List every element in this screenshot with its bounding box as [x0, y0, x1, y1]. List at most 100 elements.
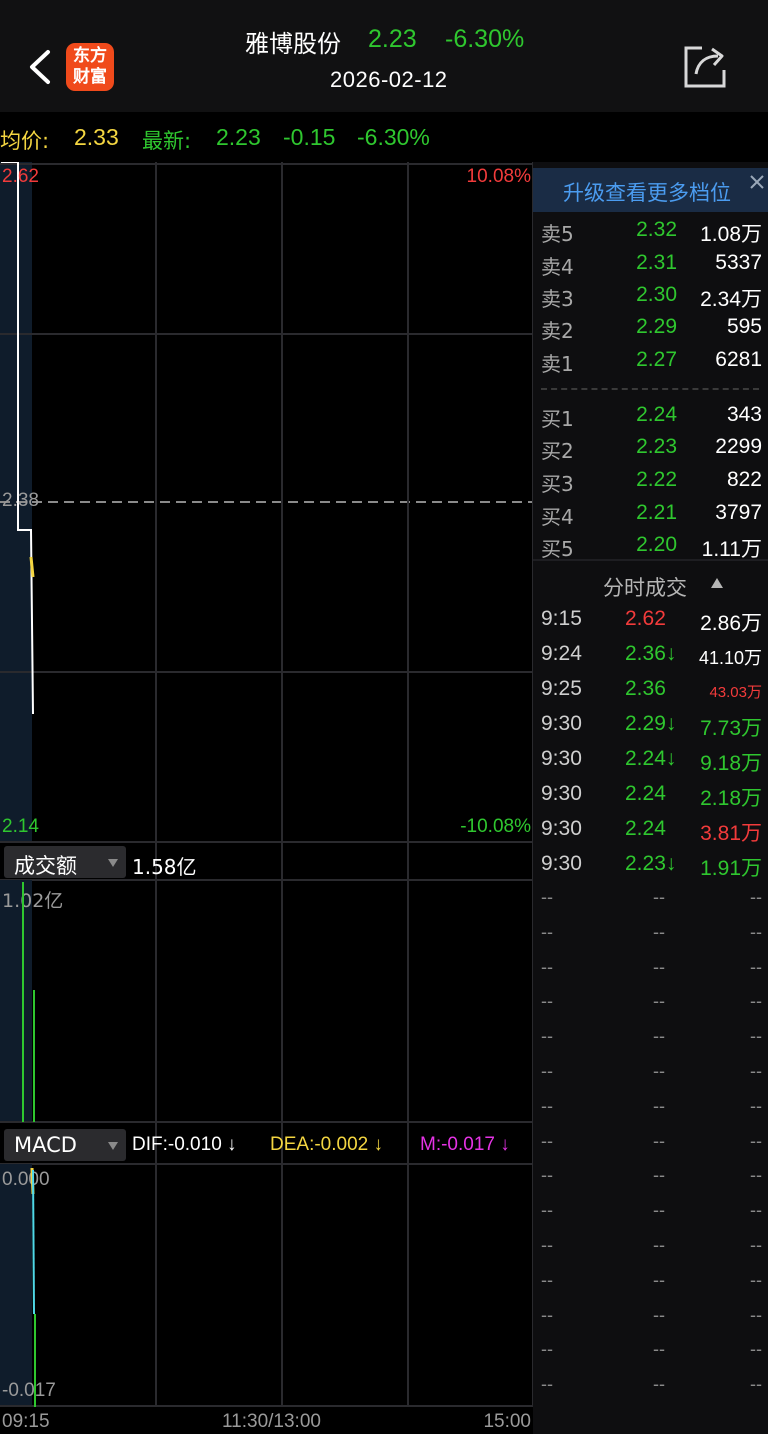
empty-cell: -- — [541, 1200, 553, 1220]
bid-volume: 822 — [726, 468, 762, 491]
ask-row: 卖3 2.30 2.34万 — [533, 279, 768, 311]
chart-area[interactable]: 2.62 10.08% 2.38 2.14 -10.08% 成交额 1.58亿 … — [0, 162, 533, 1407]
ask-row: 卖4 2.31 5337 — [533, 247, 768, 279]
bid-row: 买5 2.20 1.11万 — [533, 529, 768, 561]
price-high-label: 2.62 — [2, 166, 39, 187]
empty-cell: -- — [750, 1061, 762, 1081]
app-logo: 东方 财富 — [66, 43, 114, 91]
latest-value: 2.23 — [216, 124, 261, 150]
empty-tick-row: -- -- -- — [533, 1161, 768, 1195]
bid-price: 2.21 — [636, 501, 677, 524]
bid-label: 买4 — [541, 505, 574, 529]
macd-m: M:-0.017 ↓ — [420, 1134, 510, 1155]
empty-cell: -- — [653, 1374, 665, 1394]
empty-cell: -- — [653, 1305, 665, 1325]
tick-time: 9:15 — [541, 607, 582, 630]
empty-cell: -- — [750, 1374, 762, 1394]
empty-tick-row: -- -- -- — [533, 1301, 768, 1335]
pct-high-label: 10.08% — [466, 166, 531, 187]
volume-indicator-selector[interactable]: 成交额 — [4, 846, 126, 878]
bid-price: 2.23 — [636, 435, 677, 458]
ask-row: 卖2 2.29 595 — [533, 311, 768, 343]
tick-volume: 1.91万 — [700, 857, 762, 880]
ask-label: 卖5 — [541, 222, 574, 246]
bid-price: 2.24 — [636, 403, 677, 426]
tick-time: 9:30 — [541, 712, 582, 735]
tick-volume: 9.18万 — [700, 752, 762, 775]
avg-price-line — [29, 556, 35, 578]
tick-price: 2.36↓ — [625, 642, 677, 665]
logo-text-line2: 财富 — [73, 67, 107, 87]
empty-cell: -- — [653, 1165, 665, 1185]
tick-price: 2.62 — [625, 607, 666, 630]
empty-cell: -- — [750, 1200, 762, 1220]
empty-tick-row: -- -- -- — [533, 918, 768, 952]
avg-value: 2.33 — [74, 124, 119, 150]
time-end-label: 15:00 — [483, 1411, 531, 1432]
close-icon[interactable] — [747, 172, 767, 192]
caret-up-icon[interactable] — [711, 578, 723, 588]
ask-label: 卖2 — [541, 319, 574, 343]
macd-dif: DIF:-0.010 ↓ — [132, 1134, 237, 1155]
ask-price: 2.27 — [636, 348, 677, 371]
bid-row: 买4 2.21 3797 — [533, 497, 768, 529]
order-book-panel: 升级查看更多档位 卖5 2.32 1.08万 卖4 2.31 5337 卖3 2… — [533, 162, 768, 1434]
trade-date: 2026-02-12 — [330, 67, 448, 92]
tick-price: 2.24 — [625, 782, 666, 805]
ticks-header[interactable]: 分时成交 — [603, 572, 687, 602]
bid-price: 2.22 — [636, 468, 677, 491]
empty-tick-row: -- -- -- — [533, 1196, 768, 1230]
volume-selector-label: 成交额 — [14, 854, 77, 878]
time-start-label: 09:15 — [2, 1411, 50, 1432]
empty-cell: -- — [541, 1026, 553, 1046]
macd-chart — [30, 1167, 36, 1407]
bid-volume: 343 — [726, 403, 762, 426]
tick-volume: 7.73万 — [700, 717, 762, 740]
price-mid-label: 2.38 — [2, 490, 39, 511]
time-mid-label: 11:30/13:00 — [222, 1411, 321, 1432]
bid-row: 买2 2.23 2299 — [533, 431, 768, 463]
empty-cell: -- — [541, 957, 553, 977]
empty-cell: -- — [750, 1026, 762, 1046]
empty-tick-row: -- -- -- — [533, 1335, 768, 1369]
stock-name: 雅博股份 — [245, 30, 341, 58]
upgrade-banner[interactable]: 升级查看更多档位 — [533, 168, 768, 212]
share-icon[interactable] — [682, 42, 730, 90]
empty-cell: -- — [653, 1026, 665, 1046]
ask-price: 2.29 — [636, 315, 677, 338]
tick-price: 2.24↓ — [625, 747, 677, 770]
empty-cell: -- — [653, 1061, 665, 1081]
tick-row: 9:15 2.62 2.86万 — [533, 603, 768, 637]
chevron-down-icon — [108, 859, 118, 867]
empty-tick-row: -- -- -- — [533, 953, 768, 987]
empty-cell: -- — [750, 1339, 762, 1359]
volume-total: 1.58亿 — [132, 855, 197, 879]
empty-cell: -- — [541, 922, 553, 942]
empty-cell: -- — [653, 991, 665, 1011]
bid-label: 买3 — [541, 472, 574, 496]
tick-time: 9:24 — [541, 642, 582, 665]
logo-text-line1: 东方 — [73, 46, 107, 66]
tick-volume: 2.18万 — [700, 787, 762, 810]
empty-tick-row: -- -- -- — [533, 987, 768, 1021]
volume-bars — [22, 882, 35, 1122]
back-arrow-icon[interactable] — [22, 42, 58, 92]
empty-cell: -- — [750, 1270, 762, 1290]
ask-price: 2.32 — [636, 218, 677, 241]
ask-price: 2.31 — [636, 251, 677, 274]
price-line — [1, 162, 34, 715]
empty-tick-row: -- -- -- — [533, 1370, 768, 1404]
empty-cell: -- — [750, 1165, 762, 1185]
macd-indicator-selector[interactable]: MACD — [4, 1129, 126, 1161]
bid-price: 2.20 — [636, 533, 677, 556]
ask-volume: 1.08万 — [700, 223, 762, 246]
ask-volume: 595 — [726, 315, 762, 338]
stock-price: 2.23 — [368, 25, 417, 53]
empty-cell: -- — [653, 887, 665, 907]
price-line-chart — [1, 162, 35, 715]
empty-cell: -- — [541, 1131, 553, 1151]
ask-volume: 5337 — [715, 251, 762, 274]
bid-volume: 2299 — [715, 435, 762, 458]
ask-volume: 2.34万 — [700, 288, 762, 311]
empty-cell: -- — [750, 1305, 762, 1325]
